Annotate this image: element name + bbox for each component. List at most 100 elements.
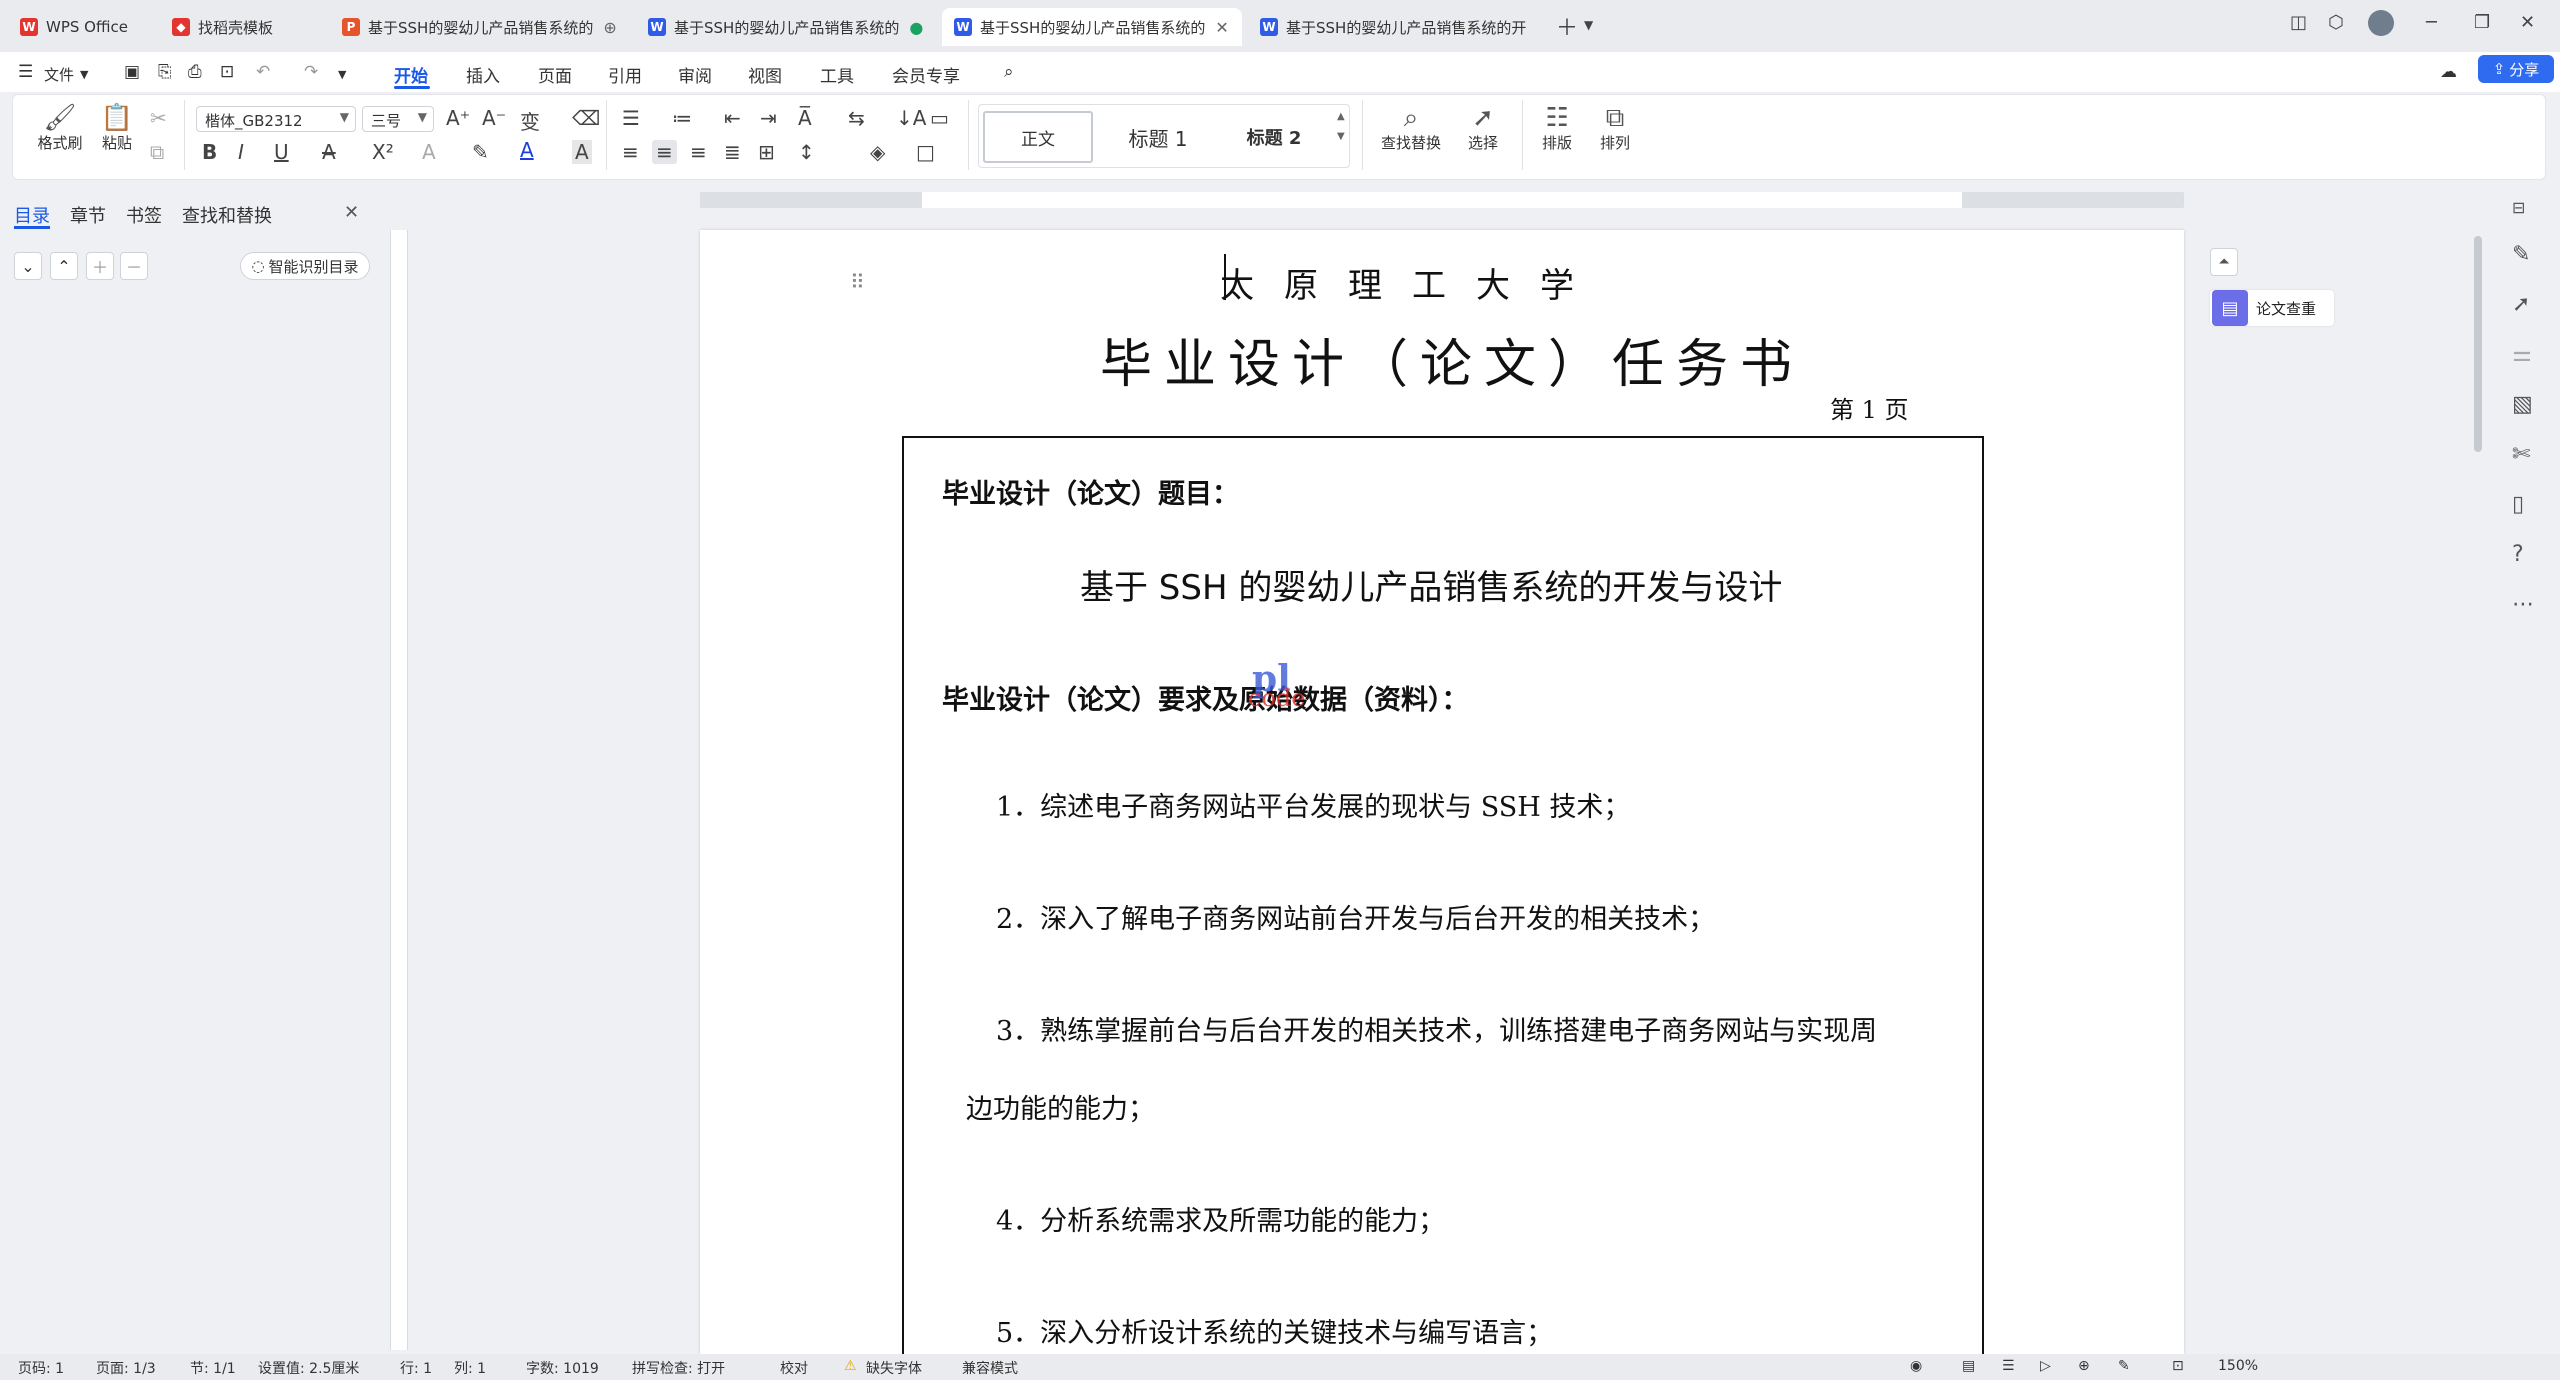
- status-section[interactable]: 节: 1/1: [190, 1358, 236, 1378]
- redo-icon[interactable]: ↷: [304, 62, 318, 82]
- search-icon[interactable]: ⌕: [1004, 62, 1014, 82]
- file-menu[interactable]: 文件: [44, 64, 74, 85]
- status-compat-mode[interactable]: 兼容模式: [962, 1358, 1018, 1378]
- zoom-level[interactable]: 150%: [2218, 1358, 2258, 1374]
- font-size-select[interactable]: 三号 ▼: [362, 106, 434, 132]
- superscript-icon[interactable]: X²: [372, 140, 394, 164]
- drag-handle-icon[interactable]: ⠿: [850, 270, 865, 294]
- styles-scroll-up-icon[interactable]: ▲: [1337, 111, 1345, 122]
- status-spell-check[interactable]: 拼写检查: 打开: [632, 1358, 725, 1378]
- web-view-icon[interactable]: ⊕: [2078, 1358, 2090, 1374]
- phonetic-icon[interactable]: 变: [520, 106, 540, 135]
- italic-icon[interactable]: I: [238, 140, 244, 164]
- align-left-icon[interactable]: ≡: [622, 140, 639, 164]
- collapse-button[interactable]: ⌄: [14, 252, 42, 280]
- page-view-icon[interactable]: ▤: [1962, 1358, 1975, 1374]
- close-window-icon[interactable]: ✕: [2520, 12, 2535, 33]
- char-shading-icon[interactable]: A: [572, 140, 592, 164]
- find-replace-button[interactable]: ⌕ 查找替换: [1374, 104, 1448, 153]
- chinese-layout-icon[interactable]: A̅: [798, 106, 812, 130]
- cursor-arrow-icon[interactable]: ➚: [2512, 292, 2530, 317]
- menu-review[interactable]: 审阅: [678, 62, 712, 87]
- justify-icon[interactable]: ≣: [724, 140, 741, 164]
- smart-toc-button[interactable]: ◌ 智能识别目录: [240, 252, 370, 280]
- show-marks-icon[interactable]: ▭: [930, 106, 949, 130]
- cut-icon[interactable]: ✂: [150, 106, 167, 130]
- outline-view-icon[interactable]: ☰: [2002, 1358, 2015, 1374]
- tab-ppt-document[interactable]: P 基于SSH的婴幼儿产品销售系统的 ⊕: [330, 8, 630, 46]
- window-layout-icon[interactable]: ◫: [2290, 12, 2307, 33]
- menu-view[interactable]: 视图: [748, 62, 782, 87]
- chevron-down-icon[interactable]: ▼: [338, 68, 346, 81]
- fit-page-icon[interactable]: ⊡: [2172, 1358, 2184, 1374]
- strikethrough-icon[interactable]: A: [322, 140, 336, 164]
- restore-icon[interactable]: ❐: [2474, 12, 2490, 33]
- menu-home[interactable]: 开始: [394, 62, 428, 87]
- more-icon[interactable]: ⋯: [2512, 592, 2534, 617]
- sort-icon[interactable]: ↓A: [896, 106, 926, 130]
- increase-indent-icon[interactable]: ⇥: [760, 106, 777, 130]
- menu-member[interactable]: 会员专享: [892, 62, 960, 87]
- bullet-list-icon[interactable]: ☰: [622, 106, 640, 130]
- styles-scroll-down-icon[interactable]: ▼: [1337, 131, 1345, 142]
- eye-icon[interactable]: ◉: [1910, 1358, 1922, 1374]
- menu-references[interactable]: 引用: [608, 62, 642, 87]
- add-level-button[interactable]: ＋: [86, 252, 114, 280]
- numbered-list-icon[interactable]: ≔: [672, 106, 692, 130]
- format-painter-button[interactable]: 🖌 格式刷: [36, 104, 84, 153]
- decrease-indent-icon[interactable]: ⇤: [724, 106, 741, 130]
- book-icon[interactable]: ▯: [2512, 492, 2524, 517]
- tools-icon[interactable]: ✄: [2512, 442, 2530, 467]
- distribute-icon[interactable]: ⊞: [758, 140, 775, 164]
- status-setting[interactable]: 设置值: 2.5厘米: [258, 1358, 359, 1378]
- print-preview-icon[interactable]: ⊡: [220, 62, 234, 82]
- panel-toggle-icon[interactable]: ⊟: [2512, 198, 2525, 217]
- bold-icon[interactable]: B: [202, 140, 217, 164]
- increase-font-icon[interactable]: A⁺: [446, 106, 470, 130]
- play-icon[interactable]: ▷: [2040, 1358, 2051, 1374]
- avatar[interactable]: [2368, 10, 2394, 36]
- close-icon[interactable]: ✕: [1215, 18, 1228, 37]
- vertical-ruler[interactable]: [390, 230, 408, 1350]
- line-spacing-icon[interactable]: ↕: [798, 140, 815, 164]
- tab-word-document-3[interactable]: W 基于SSH的婴幼儿产品销售系统的开: [1248, 8, 1538, 46]
- tab-word-document-active[interactable]: W 基于SSH的婴幼儿产品销售系统的 ✕: [942, 8, 1242, 46]
- chevron-down-icon[interactable]: ▼: [80, 68, 88, 81]
- highlight-icon[interactable]: ✎: [472, 140, 489, 164]
- align-center-icon[interactable]: ≡: [652, 140, 677, 164]
- paste-button[interactable]: 📋 粘贴: [92, 104, 142, 153]
- status-row[interactable]: 行: 1: [400, 1358, 432, 1378]
- clear-format-icon[interactable]: ⌫: [572, 106, 600, 130]
- expand-button[interactable]: ⌃: [50, 252, 78, 280]
- style-heading-2[interactable]: 标题 2: [1219, 111, 1329, 163]
- close-icon[interactable]: ✕: [344, 202, 359, 223]
- hamburger-icon[interactable]: ☰: [18, 62, 33, 82]
- decrease-font-icon[interactable]: A⁻: [482, 106, 506, 130]
- tab-word-document-1[interactable]: W 基于SSH的婴幼儿产品销售系统的 ●: [636, 8, 936, 46]
- menu-insert[interactable]: 插入: [466, 62, 500, 87]
- chevron-down-icon[interactable]: ▼: [1584, 18, 1593, 32]
- nav-tab-bookmark[interactable]: 书签: [126, 202, 162, 228]
- tab-menu-icon[interactable]: ⊕: [603, 18, 616, 37]
- panel-collapse-button[interactable]: ⏶: [2210, 248, 2238, 276]
- status-col[interactable]: 列: 1: [454, 1358, 486, 1378]
- arrange-button[interactable]: ⧉ 排列: [1590, 104, 1640, 153]
- help-icon[interactable]: ?: [2512, 542, 2524, 567]
- horizontal-ruler-text-area[interactable]: [922, 192, 1962, 208]
- scrollbar-thumb[interactable]: [2474, 236, 2482, 452]
- undo-icon[interactable]: ↶: [256, 62, 270, 82]
- cube-icon[interactable]: ⬡: [2328, 12, 2344, 33]
- menu-page[interactable]: 页面: [538, 62, 572, 87]
- font-name-select[interactable]: 楷体_GB2312 ▼: [196, 106, 356, 132]
- document-page[interactable]: ⠿ 太原理工大学 毕业设计（论文）任务书 第 1 页 毕业设计（论文）题目： 基…: [700, 230, 2184, 1354]
- settings-sliders-icon[interactable]: ⚌: [2512, 342, 2532, 367]
- pen-icon[interactable]: ✎: [2118, 1358, 2130, 1374]
- menu-tools[interactable]: 工具: [820, 62, 854, 87]
- image-edit-icon[interactable]: ▧: [2512, 392, 2533, 417]
- remove-level-button[interactable]: －: [120, 252, 148, 280]
- paper-check-button[interactable]: ▤ 论文查重: [2210, 290, 2334, 326]
- text-effect-icon[interactable]: A: [422, 140, 436, 164]
- share-button[interactable]: ⇪ 分享: [2478, 55, 2554, 83]
- pen-icon[interactable]: ✎: [2512, 242, 2530, 267]
- print-icon[interactable]: ⎙: [188, 62, 202, 82]
